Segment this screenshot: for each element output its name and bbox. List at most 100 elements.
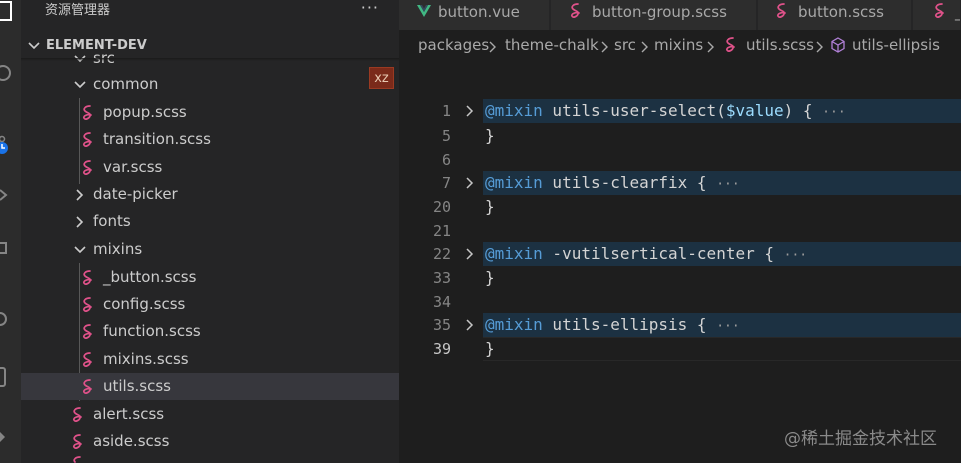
tree-item-label: alert.scss [93,405,165,423]
tab-label: _ [955,0,960,24]
code-line[interactable]: 33 } [399,266,961,290]
breadcrumb-item[interactable]: packages [418,36,489,54]
tree-item-var-scss[interactable]: var.scss [21,154,399,181]
tree-item-mixins[interactable]: mixins [21,236,399,263]
chevron-right-icon [601,41,608,53]
tab-button-group-scss[interactable]: button-group.scss [551,0,757,30]
sass-icon [83,297,92,312]
tab-button-scss[interactable]: button.scss [758,0,912,30]
code-line[interactable]: 1 @mixin utils-user-select($value) { ··· [399,99,961,123]
tree-item-label: popup.scss [103,103,187,121]
code-text: } [485,339,495,358]
tree-item-label: var.scss [103,158,163,176]
symbol-method-icon [831,37,845,53]
code-line-current[interactable]: 39 } [399,337,961,361]
code-line[interactable]: 5 } [399,124,961,148]
explorer-sidebar: 资源管理器 ··· ELEMENT-DEV src common popup.s… [21,0,399,463]
sass-icon [73,434,82,449]
code-text: @mixin utils-user-select($value) { ··· [485,101,846,120]
breadcrumb-item[interactable]: utils-ellipsis [852,36,940,54]
chevron-right-icon[interactable] [465,319,475,331]
tree-item-button-scss[interactable]: _button.scss [21,264,399,291]
tree-item-label: transition.scss [103,130,211,148]
tree-item-utils-scss[interactable]: utils.scss [21,373,399,400]
line-number: 5 [441,127,451,145]
code-editor[interactable]: 1 @mixin utils-user-select($value) { ···… [399,62,961,463]
remote-explorer-icon[interactable] [0,308,21,330]
tree-item-label: fonts [93,212,131,230]
tree-item-label: mixins.scss [103,350,189,368]
tab-button-vue[interactable]: button.vue [399,0,550,30]
tab-partial[interactable]: _ [913,0,961,30]
code-text: @mixin utils-clearfix { ··· [485,173,740,192]
chevron-down-icon [74,81,86,89]
explorer-title: 资源管理器 [45,3,111,18]
line-number: 21 [432,222,451,240]
tree-item-fonts[interactable]: fonts [21,208,399,235]
chevron-right-icon [641,41,648,53]
line-number: 39 [432,340,451,358]
code-line[interactable]: 6 [399,148,961,172]
tab-label: button.scss [798,3,884,21]
breadcrumb-item[interactable]: utils.scss [746,36,814,54]
sass-icon [83,324,92,339]
tree-item-popup-scss[interactable]: popup.scss [21,99,399,126]
sass-icon [83,105,92,120]
accounts-icon[interactable] [0,426,21,448]
source-control-icon[interactable] [0,134,21,156]
tree-item-aside-scss[interactable]: aside.scss [21,428,399,455]
sass-icon [83,352,92,367]
code-line[interactable]: 21 [399,219,961,243]
tree-item-label: date-picker [93,185,178,203]
sass-icon [83,379,92,394]
chevron-right-icon [489,41,496,53]
breadcrumb-item[interactable]: src [614,36,636,54]
code-text: } [485,268,495,287]
tree-item-mixins-scss[interactable]: mixins.scss [21,346,399,373]
tree-item-label: _button.scss [103,268,197,286]
sass-icon [83,132,92,147]
chevron-right-icon[interactable] [465,248,475,260]
sass-icon [777,3,786,18]
folded-ellipsis: ··· [822,105,846,120]
code-text: @mixin utils-ellipsis { ··· [485,315,740,334]
code-line[interactable]: 20 } [399,195,961,219]
line-number: 1 [441,102,451,120]
search-icon[interactable] [0,62,21,84]
more-actions-icon[interactable]: ··· [361,0,379,17]
sass-icon [83,160,92,175]
breadcrumb-item[interactable]: mixins [654,36,703,54]
chevron-right-icon[interactable] [465,105,475,117]
files-icon[interactable] [0,0,21,22]
code-text: @mixin -vutilsertical-center { ··· [485,244,808,263]
sass-icon [73,407,82,422]
code-line[interactable]: 34 [399,290,961,314]
activity-bar [0,0,21,463]
watermark: @稀土掘金技术社区 [784,429,937,449]
code-line[interactable]: 35 @mixin utils-ellipsis { ··· [399,313,961,337]
current-line-border [483,337,961,361]
line-number: 6 [441,151,451,169]
tree-item-transition-scss[interactable]: transition.scss [21,126,399,153]
tree-item-function-scss[interactable]: function.scss [21,318,399,345]
tree-item-label: aside.scss [93,432,170,450]
run-debug-icon[interactable] [0,184,21,206]
chevron-right-icon [707,41,714,53]
vue-icon [417,5,431,17]
line-number: 22 [432,245,451,263]
tree-item-config-scss[interactable]: config.scss [21,291,399,318]
tree-item-common[interactable]: common [21,71,399,98]
code-line[interactable]: 7 @mixin utils-clearfix { ··· [399,171,961,195]
code-line[interactable]: 22 @mixin -vutilsertical-center { ··· [399,242,961,266]
tree-item-label: mixins [93,240,143,258]
code-text: } [485,197,495,216]
tree-item-alert-scss[interactable]: alert.scss [21,401,399,428]
extensions-icon[interactable] [0,238,21,260]
folded-ellipsis: ··· [716,177,740,192]
breadcrumb-item[interactable]: theme-chalk [505,36,599,54]
chevron-right-icon [816,41,823,53]
sass-icon [83,270,92,285]
tree-item-date-picker[interactable]: date-picker [21,181,399,208]
chevron-right-icon[interactable] [465,177,475,189]
testing-icon[interactable] [0,366,21,388]
